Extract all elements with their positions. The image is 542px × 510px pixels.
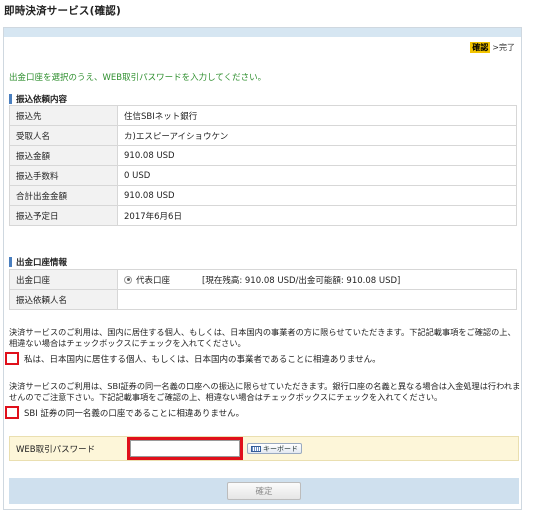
row-label-total: 合計出金金額: [9, 185, 118, 206]
requester-label: 振込依頼人名: [9, 289, 118, 310]
table-row: 振込手数料 0 USD: [9, 165, 517, 186]
same-name-check-label: SBI 証券の同一名義の口座であることに相違ありません。: [24, 408, 245, 419]
table-row: 振込金額 910.08 USD: [9, 145, 517, 166]
section-marker-icon: [9, 94, 12, 104]
password-input[interactable]: [130, 440, 240, 457]
table-row: 振込予定日 2017年6月6日: [9, 205, 517, 226]
withdrawal-section-title: 出金口座情報: [16, 258, 68, 268]
notice-same-name: 決済サービスのご利用は、SBI証券の同一名義の口座への振込に限らせていただきます…: [9, 381, 521, 402]
residency-check-row[interactable]: 私は、日本国内に居住する個人、もしくは、日本国内の事業者であることに相違ありませ…: [5, 352, 381, 365]
keyboard-icon: [251, 445, 261, 452]
panel-header-bar: [4, 28, 521, 37]
balance-text: [現在残高: 910.08 USD/出金可能額: 910.08 USD]: [202, 275, 401, 286]
account-value: 代表口座 [現在残高: 910.08 USD/出金可能額: 910.08 USD]: [117, 269, 517, 290]
main-panel: 確認 > 完了 出金口座を選択のうえ、WEB取引パスワードを入力してください。 …: [3, 27, 522, 510]
section-marker-icon: [9, 257, 12, 267]
step-separator: >: [492, 43, 499, 52]
step-next: 完了: [499, 43, 515, 52]
table-row: 受取人名 カ)エスピーアイショウケン: [9, 125, 517, 146]
notice-residency: 決済サービスのご利用は、国内に居住する個人、もしくは、日本国内の事業者の方に限ら…: [9, 327, 516, 348]
table-row: 振込先 住信SBIネット銀行: [9, 105, 517, 126]
row-value-total: 910.08 USD: [117, 185, 517, 206]
residency-checkbox[interactable]: [5, 352, 19, 365]
keyboard-button-label: キーボード: [263, 444, 298, 453]
row-value-fee: 0 USD: [117, 165, 517, 186]
confirm-button[interactable]: 確定: [227, 482, 301, 500]
confirm-bar: 確定: [9, 478, 519, 504]
same-name-checkbox[interactable]: [5, 406, 19, 419]
row-label-payee: 振込先: [9, 105, 118, 126]
table-row: 出金口座 代表口座 [現在残高: 910.08 USD/出金可能額: 910.08…: [9, 269, 517, 290]
software-keyboard-button[interactable]: キーボード: [247, 443, 302, 454]
password-row: WEB取引パスワード キーボード: [9, 436, 519, 461]
row-label-date: 振込予定日: [9, 205, 118, 226]
row-value-recipient: カ)エスピーアイショウケン: [117, 125, 517, 146]
transfer-section-heading: 振込依頼内容: [9, 93, 67, 105]
password-label: WEB取引パスワード: [16, 444, 96, 455]
page-title: 即時決済サービス(確認): [4, 5, 121, 17]
transfer-section-title: 振込依頼内容: [16, 95, 68, 105]
row-label-fee: 振込手数料: [9, 165, 118, 186]
withdrawal-section-heading: 出金口座情報: [9, 256, 67, 268]
row-value-date: 2017年6月6日: [117, 205, 517, 226]
step-current: 確認: [470, 42, 491, 53]
password-field-highlight: [127, 437, 243, 460]
account-label: 出金口座: [9, 269, 118, 290]
table-row: 合計出金金額 910.08 USD: [9, 185, 517, 206]
table-row: 振込依頼人名: [9, 289, 517, 310]
step-indicator: 確認 > 完了: [470, 42, 515, 53]
row-value-amount: 910.08 USD: [117, 145, 517, 166]
withdrawal-account-table: 出金口座 代表口座 [現在残高: 910.08 USD/出金可能額: 910.08…: [9, 269, 517, 310]
account-option-label: 代表口座: [136, 275, 171, 286]
transfer-details-table: 振込先 住信SBIネット銀行 受取人名 カ)エスピーアイショウケン 振込金額 9…: [9, 105, 517, 226]
row-label-amount: 振込金額: [9, 145, 118, 166]
intro-text: 出金口座を選択のうえ、WEB取引パスワードを入力してください。: [9, 73, 267, 83]
account-radio[interactable]: [124, 275, 132, 284]
same-name-check-row[interactable]: SBI 証券の同一名義の口座であることに相違ありません。: [5, 406, 244, 419]
residency-check-label: 私は、日本国内に居住する個人、もしくは、日本国内の事業者であることに相違ありませ…: [24, 354, 381, 365]
requester-value: [117, 289, 517, 310]
row-value-payee: 住信SBIネット銀行: [117, 105, 517, 126]
row-label-recipient: 受取人名: [9, 125, 118, 146]
